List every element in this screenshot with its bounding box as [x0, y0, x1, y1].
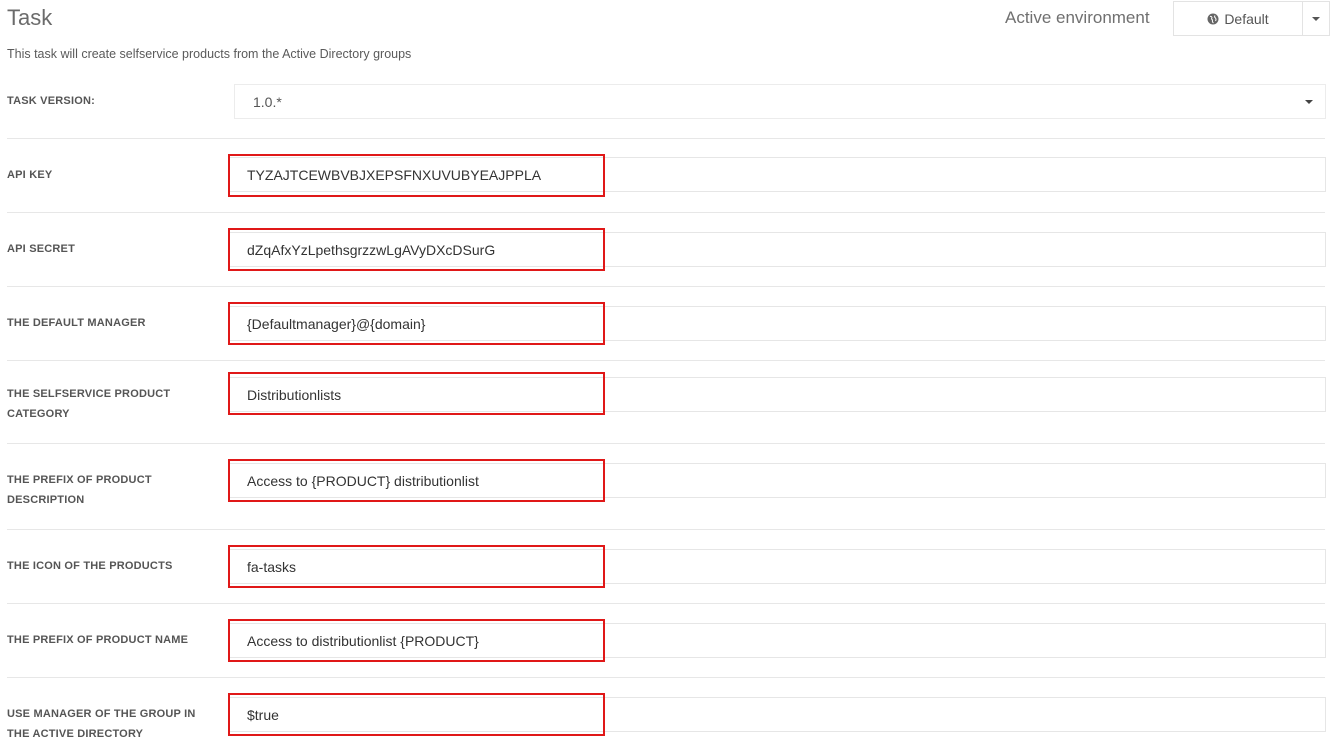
- api-key-value: TYZAJTCEWBVBJXEPSFNXUVUBYEAJPPLA: [247, 166, 542, 183]
- product-icon-value: fa-tasks: [247, 558, 297, 575]
- task-version-label: TASK VERSION:: [7, 95, 95, 107]
- default-manager-label: THE DEFAULT MANAGER: [7, 317, 146, 329]
- task-version-select[interactable]: 1.0.*: [234, 84, 1326, 119]
- api-secret-value: dZqAfxYzLpethsgrzzwLgAVyDXcDSurG: [247, 241, 496, 258]
- name-prefix-label: THE PREFIX OF PRODUCT NAME: [7, 634, 189, 646]
- api-secret-label: API SECRET: [7, 243, 76, 255]
- environment-selector: Default: [1173, 1, 1330, 36]
- page-description: This task will create selfservice produc…: [7, 47, 412, 61]
- description-prefix-label: THE PREFIX OF PRODUCT DESCRIPTION: [7, 474, 152, 506]
- product-category-label: THE SELFSERVICE PRODUCT CATEGORY: [7, 388, 171, 420]
- page-title: Task: [7, 5, 53, 30]
- divider: [7, 360, 1325, 361]
- chevron-down-icon: [1305, 100, 1313, 104]
- api-key-label: API KEY: [7, 169, 53, 181]
- divider: [7, 529, 1325, 530]
- globe-icon: [1207, 13, 1219, 24]
- divider: [7, 212, 1325, 213]
- default-manager-value: {Defaultmanager}@{domain}: [247, 315, 426, 332]
- environment-value: Default: [1224, 10, 1269, 27]
- product-category-value: Distributionlists: [247, 386, 342, 403]
- active-environment-label: Active environment: [1005, 8, 1150, 27]
- use-manager-value: $true: [247, 706, 279, 723]
- divider: [7, 286, 1325, 287]
- environment-button[interactable]: Default: [1173, 1, 1302, 36]
- product-icon-label: THE ICON OF THE PRODUCTS: [7, 560, 173, 572]
- task-version-value: 1.0.*: [253, 94, 282, 110]
- name-prefix-value: Access to distributionlist {PRODUCT}: [247, 632, 479, 649]
- environment-dropdown-toggle[interactable]: [1302, 1, 1330, 36]
- description-prefix-value: Access to {PRODUCT} distributionlist: [247, 472, 479, 489]
- use-manager-label: USE MANAGER OF THE GROUP IN THE ACTIVE D…: [7, 708, 196, 740]
- divider: [7, 603, 1325, 604]
- divider: [7, 443, 1325, 444]
- chevron-down-icon: [1312, 16, 1320, 21]
- divider: [7, 138, 1325, 139]
- divider: [7, 677, 1325, 678]
